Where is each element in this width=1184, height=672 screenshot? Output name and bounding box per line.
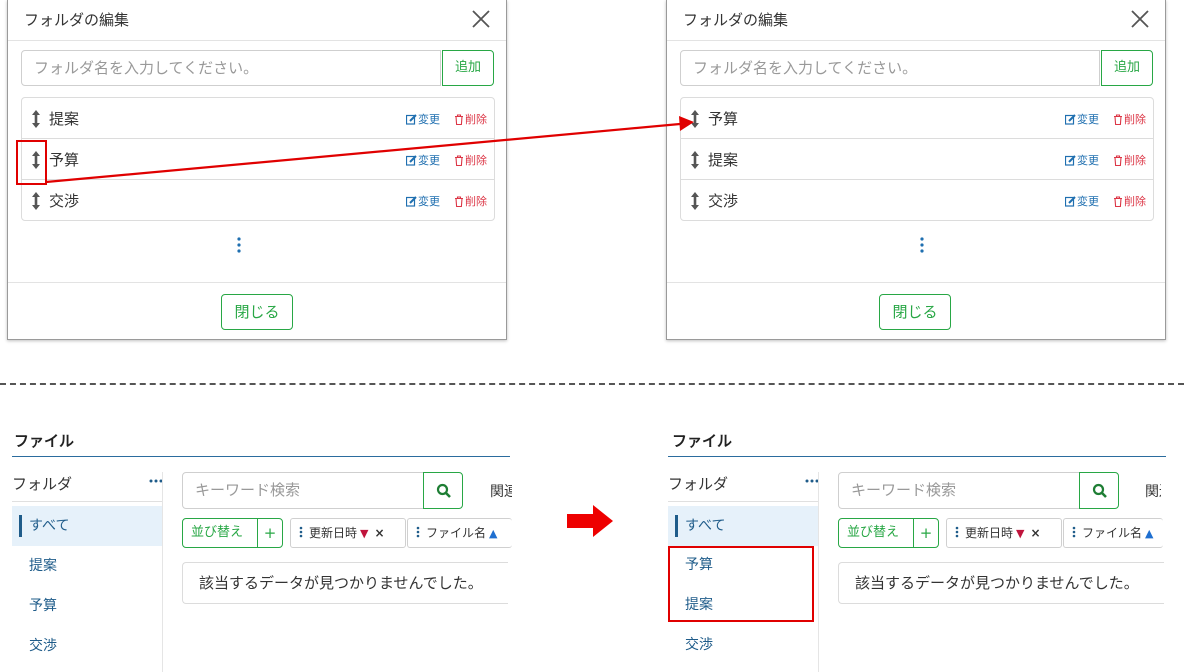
sort-chip-filename[interactable]: ファイル名 ▲: [407, 518, 512, 548]
search-icon: [436, 483, 451, 498]
sort-asc-icon[interactable]: ▲: [489, 527, 497, 540]
title-underline: [12, 456, 510, 457]
title-underline: [668, 456, 1166, 457]
sort-chip-label: ファイル名: [1082, 526, 1143, 540]
sidebar-border: [162, 472, 163, 672]
related-label: 関連: [1145, 484, 1161, 500]
more-horizontal-icon[interactable]: [805, 478, 819, 484]
sort-chip-filename[interactable]: ファイル名 ▲: [1063, 518, 1163, 548]
sidebar-border: [818, 472, 819, 672]
drag-handle-icon[interactable]: [955, 526, 959, 538]
search-button[interactable]: [423, 472, 463, 509]
sidebar-item-all[interactable]: すべて: [12, 506, 162, 546]
section-divider: [0, 383, 1184, 385]
remove-sort-icon[interactable]: ×: [374, 526, 384, 540]
more-horizontal-icon[interactable]: [149, 478, 163, 484]
drag-handle-icon[interactable]: [416, 526, 420, 538]
search-icon: [1092, 483, 1107, 498]
sort-desc-icon[interactable]: ▼: [1016, 527, 1024, 540]
search-button[interactable]: [1079, 472, 1119, 509]
reordered-folders-highlight: [668, 546, 814, 622]
folder-heading: フォルダ: [12, 475, 73, 493]
sort-chip-updated[interactable]: 更新日時 ▼ ×: [290, 518, 406, 548]
drag-handle-icon[interactable]: [299, 526, 303, 538]
file-panel-before: ファイル フォルダ すべて 提案 予算 交渉 キーワード検索 関連 並び替え +…: [12, 420, 512, 672]
related-label: 関連: [490, 484, 512, 500]
add-sort-button[interactable]: +: [913, 518, 939, 548]
sidebar-item-folder[interactable]: 交渉: [668, 625, 818, 665]
sort-button[interactable]: 並び替え: [182, 518, 258, 548]
panel-title: ファイル: [14, 432, 75, 450]
sidebar-item-all[interactable]: すべて: [668, 506, 818, 546]
sort-chip-label: ファイル名: [426, 526, 487, 540]
sort-chip-label: 更新日時: [309, 526, 358, 540]
sort-chip-label: 更新日時: [965, 526, 1014, 540]
sidebar-item-folder[interactable]: 交渉: [12, 626, 162, 666]
empty-message: 該当するデータが見つかりませんでした。: [838, 562, 1164, 604]
sidebar-item-folder[interactable]: 予算: [12, 586, 162, 626]
drag-handle-icon[interactable]: [1072, 526, 1076, 538]
add-sort-button[interactable]: +: [257, 518, 283, 548]
sort-desc-icon[interactable]: ▼: [360, 527, 368, 540]
sort-button[interactable]: 並び替え: [838, 518, 914, 548]
keyword-search-input[interactable]: キーワード検索: [182, 472, 425, 509]
sort-chip-updated[interactable]: 更新日時 ▼ ×: [946, 518, 1062, 548]
keyword-search-input[interactable]: キーワード検索: [838, 472, 1081, 509]
empty-message: 該当するデータが見つかりませんでした。: [182, 562, 508, 604]
sidebar-divider: [12, 501, 162, 502]
folder-heading: フォルダ: [668, 475, 729, 493]
panel-title: ファイル: [672, 432, 733, 450]
remove-sort-icon[interactable]: ×: [1030, 526, 1040, 540]
sort-asc-icon[interactable]: ▲: [1145, 527, 1153, 540]
sidebar-item-folder[interactable]: 提案: [12, 546, 162, 586]
file-panel-after: ファイル フォルダ すべて 予算 提案 交渉 キーワード検索 関連 並び替え +…: [668, 420, 1168, 672]
arrow-right-icon: [567, 505, 613, 537]
sidebar-divider: [668, 501, 818, 502]
